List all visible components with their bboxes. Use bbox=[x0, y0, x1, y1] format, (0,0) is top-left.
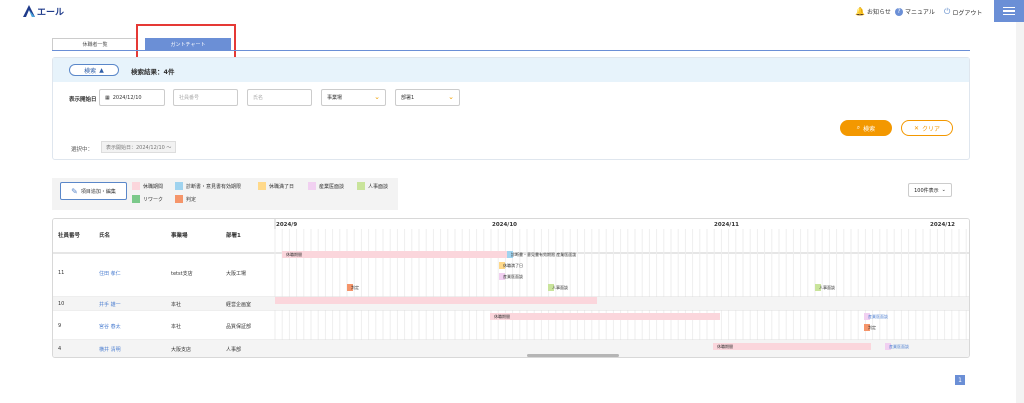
cell-dept: 経営企画室 bbox=[226, 302, 252, 308]
edit-items-button[interactable]: ✎ 項目追加・編集 bbox=[60, 182, 127, 200]
power-icon: ⏻ bbox=[944, 7, 951, 16]
chevron-down-icon: ⌄ bbox=[448, 93, 454, 101]
legend-item: 産業医面談 bbox=[308, 182, 344, 190]
logo-icon bbox=[23, 5, 35, 17]
cell-name-link[interactable]: 横井 清明 bbox=[99, 346, 121, 353]
cell-employee-no: 4 bbox=[58, 346, 62, 352]
manual-link[interactable]: ? マニュアル bbox=[895, 7, 935, 16]
start-date-label: 表示開始日 bbox=[69, 97, 97, 103]
cell-site: tetst支店 bbox=[171, 271, 193, 277]
gantt-bar-doctor-interview[interactable]: 産業医面談 bbox=[885, 343, 909, 350]
chevron-down-icon: ⌄ bbox=[941, 187, 946, 193]
page-scrollbar[interactable] bbox=[1016, 22, 1024, 403]
search-button[interactable]: ⌕ 検索 bbox=[840, 120, 892, 136]
gantt-bar-leave[interactable] bbox=[275, 297, 597, 304]
cell-name-link[interactable]: 宮谷 春太 bbox=[99, 323, 121, 330]
cell-name-link[interactable]: 井手 雄一 bbox=[99, 301, 121, 308]
search-panel-header bbox=[53, 58, 969, 82]
caret-up-icon: ▲ bbox=[99, 66, 104, 74]
legend-item: 人事面談 bbox=[357, 182, 388, 190]
bell-icon: 🔔 bbox=[855, 7, 865, 16]
cell-dept: 品質保証部 bbox=[226, 324, 252, 330]
legend-item: リワーク bbox=[132, 195, 163, 203]
header-dept[interactable]: 部署1 bbox=[226, 231, 241, 239]
close-icon: ✕ bbox=[913, 124, 919, 132]
selected-filter-chip: 表示開始日：2024/12/10 〜 bbox=[101, 141, 177, 153]
header-site[interactable]: 事業場 bbox=[171, 231, 188, 239]
gantt-bar-hr-interview[interactable]: 人事面談 bbox=[815, 284, 835, 291]
result-count: 検索結果：4件 bbox=[131, 68, 175, 76]
legend-item: 休職期間 bbox=[132, 182, 163, 190]
cell-name-link[interactable]: 住田 孝仁 bbox=[99, 270, 121, 277]
chevron-down-icon: ⌄ bbox=[374, 93, 380, 101]
cell-site: 本社 bbox=[171, 324, 182, 330]
hamburger-menu-button[interactable] bbox=[994, 0, 1024, 22]
site-select[interactable]: 事業場 ⌄ bbox=[321, 89, 386, 106]
gantt-bar-leave[interactable]: 休職期間 bbox=[490, 313, 720, 320]
search-icon: ⌕ bbox=[856, 124, 861, 131]
legend-item: 判定 bbox=[175, 195, 196, 203]
cell-employee-no: 9 bbox=[58, 323, 62, 329]
legend-item: 診断書・意見書有効期限 bbox=[175, 182, 241, 190]
search-toggle-button[interactable]: 検索 ▲ bbox=[69, 64, 119, 76]
horizontal-scroll-thumb[interactable] bbox=[527, 354, 619, 357]
gantt-bar-judgement[interactable]: 判定 bbox=[864, 324, 876, 331]
month-label: 2024/9 bbox=[276, 222, 298, 228]
logo-text: エール bbox=[37, 8, 65, 18]
gantt-table: 社員番号 氏名 事業場 部署1 2024/9 2024/10 2024/11 2… bbox=[52, 218, 970, 358]
month-label: 2024/12 bbox=[930, 222, 955, 228]
page-1-button[interactable]: 1 bbox=[955, 375, 965, 385]
cell-dept: 人事部 bbox=[226, 347, 242, 353]
cell-employee-no: 11 bbox=[58, 270, 65, 276]
gantt-bar-judgement[interactable]: 判定 bbox=[347, 284, 359, 291]
clear-button[interactable]: ✕ クリア bbox=[901, 120, 953, 136]
help-icon: ? bbox=[895, 7, 903, 16]
gantt-bar-leave-end[interactable]: 休職満了日 bbox=[499, 262, 523, 269]
department-select[interactable]: 部署1 ⌄ bbox=[395, 89, 460, 106]
start-date-field[interactable]: ▦ 2024/12/10 bbox=[99, 89, 165, 106]
calendar-icon: ▦ bbox=[105, 94, 110, 101]
gantt-bar-doctor-interview[interactable]: 産業医面談 bbox=[864, 313, 888, 320]
header-employee-no[interactable]: 社員番号 bbox=[58, 231, 80, 239]
notice-link[interactable]: 🔔 お知らせ bbox=[855, 7, 891, 16]
employee-number-input[interactable]: 社員番号 bbox=[173, 89, 238, 106]
gantt-bar-doctor-interview[interactable]: 産業医面談 bbox=[499, 273, 523, 280]
cell-employee-no: 10 bbox=[58, 301, 65, 307]
cell-site: 大阪支店 bbox=[171, 347, 192, 353]
selected-label: 選択中： bbox=[71, 147, 94, 153]
gantt-bar-hr-interview[interactable]: 人事面談 bbox=[548, 284, 568, 291]
gantt-bar-leave[interactable]: 休職期間 bbox=[713, 343, 871, 350]
tab-leave-list[interactable]: 休職者一覧 bbox=[52, 38, 138, 50]
gantt-bar-certificate[interactable]: 診断書・意見書有効期限 産業医面談 bbox=[507, 251, 576, 258]
legend-item: 休職満了日 bbox=[258, 182, 294, 190]
month-label: 2024/10 bbox=[492, 222, 517, 228]
header-name[interactable]: 氏名 bbox=[99, 231, 110, 239]
logout-link[interactable]: ⏻ ログアウト bbox=[944, 7, 982, 17]
month-label: 2024/11 bbox=[714, 222, 739, 228]
cell-dept: 大阪工場 bbox=[226, 271, 247, 277]
gantt-bar-leave[interactable]: 休職期間 bbox=[282, 251, 507, 258]
per-page-select[interactable]: 100件表示 ⌄ bbox=[908, 183, 952, 197]
cell-site: 本社 bbox=[171, 302, 182, 308]
name-input[interactable]: 氏名 bbox=[247, 89, 312, 106]
tab-underline bbox=[52, 50, 970, 51]
edit-icon: ✎ bbox=[71, 186, 78, 196]
